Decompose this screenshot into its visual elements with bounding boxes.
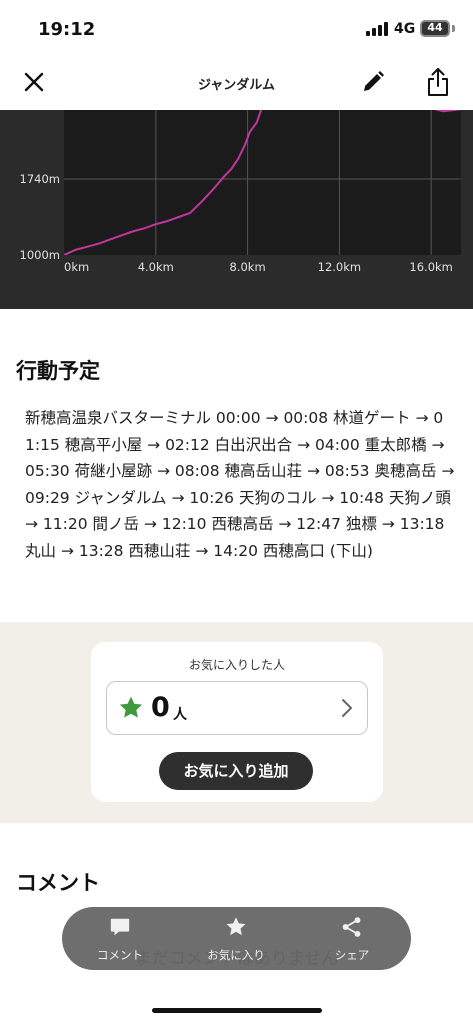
- chart-x-tick-label: 0km: [64, 260, 89, 274]
- network-type: 4G: [394, 21, 416, 37]
- status-time: 19:12: [38, 19, 96, 40]
- star-icon: [119, 696, 143, 718]
- battery-tip: [452, 25, 455, 32]
- elevation-chart: 1000m 1740m 0km 4.0km 8.0km 12.0km 16.0km: [0, 110, 473, 309]
- signal-icon: [366, 22, 388, 36]
- chart-x-tick-label: 4.0km: [138, 260, 174, 274]
- chart-x-tick-label: 12.0km: [318, 260, 361, 274]
- share-button[interactable]: [420, 64, 456, 100]
- tab-share[interactable]: シェア: [294, 907, 410, 970]
- schedule-title: 行動予定: [16, 359, 100, 383]
- favorites-card: お気に入りした人 0 人 お気に入り追加: [91, 642, 383, 802]
- page-title: ジャンダルム: [197, 78, 276, 93]
- chart-y-tick-label: 1000m: [20, 248, 60, 262]
- favorites-section: お気に入りした人 0 人 お気に入り追加: [0, 622, 473, 823]
- comments-title: コメント: [16, 871, 100, 895]
- edit-button[interactable]: [355, 64, 391, 100]
- elevation-chart-svg: 1000m 1740m 0km 4.0km 8.0km 12.0km 16.0km: [20, 110, 461, 274]
- bottom-action-bar: コメント お気に入り シェア: [62, 907, 411, 970]
- home-indicator: [152, 1008, 322, 1013]
- chevron-right-icon: [342, 699, 352, 717]
- chart-x-tick-label: 8.0km: [230, 260, 266, 274]
- status-bar: 19:12 4G 44: [0, 0, 473, 56]
- share-icon: [428, 68, 448, 96]
- chart-x-tick-label: 16.0km: [409, 260, 452, 274]
- tab-comment[interactable]: コメント: [62, 907, 178, 970]
- chart-plot-area: [64, 110, 461, 255]
- comment-icon: [110, 918, 130, 936]
- add-favorite-button[interactable]: お気に入り追加: [159, 752, 313, 790]
- chart-y-tick-label: 1740m: [20, 172, 60, 186]
- favorites-count: 0: [151, 692, 170, 723]
- favorites-unit: 人: [173, 707, 187, 723]
- tab-share-label: シェア: [334, 948, 370, 962]
- battery-icon: 44: [420, 20, 450, 37]
- tab-comment-label: コメント: [97, 948, 143, 962]
- tab-favorite[interactable]: お気に入り: [178, 907, 294, 970]
- favorites-heading: お気に入りした人: [188, 658, 285, 672]
- nav-header: ジャンダルム: [0, 56, 473, 110]
- tab-favorite-label: お気に入り: [207, 948, 265, 962]
- schedule-text: 新穂高温泉バスターミナル 00:00 → 00:08 林道ゲート → 01:15…: [25, 409, 455, 560]
- battery-level: 44: [427, 21, 443, 34]
- share-nodes-icon: [342, 917, 361, 937]
- pencil-icon: [364, 71, 384, 91]
- favorites-count-row[interactable]: 0 人: [106, 681, 368, 735]
- star-icon: [226, 917, 246, 936]
